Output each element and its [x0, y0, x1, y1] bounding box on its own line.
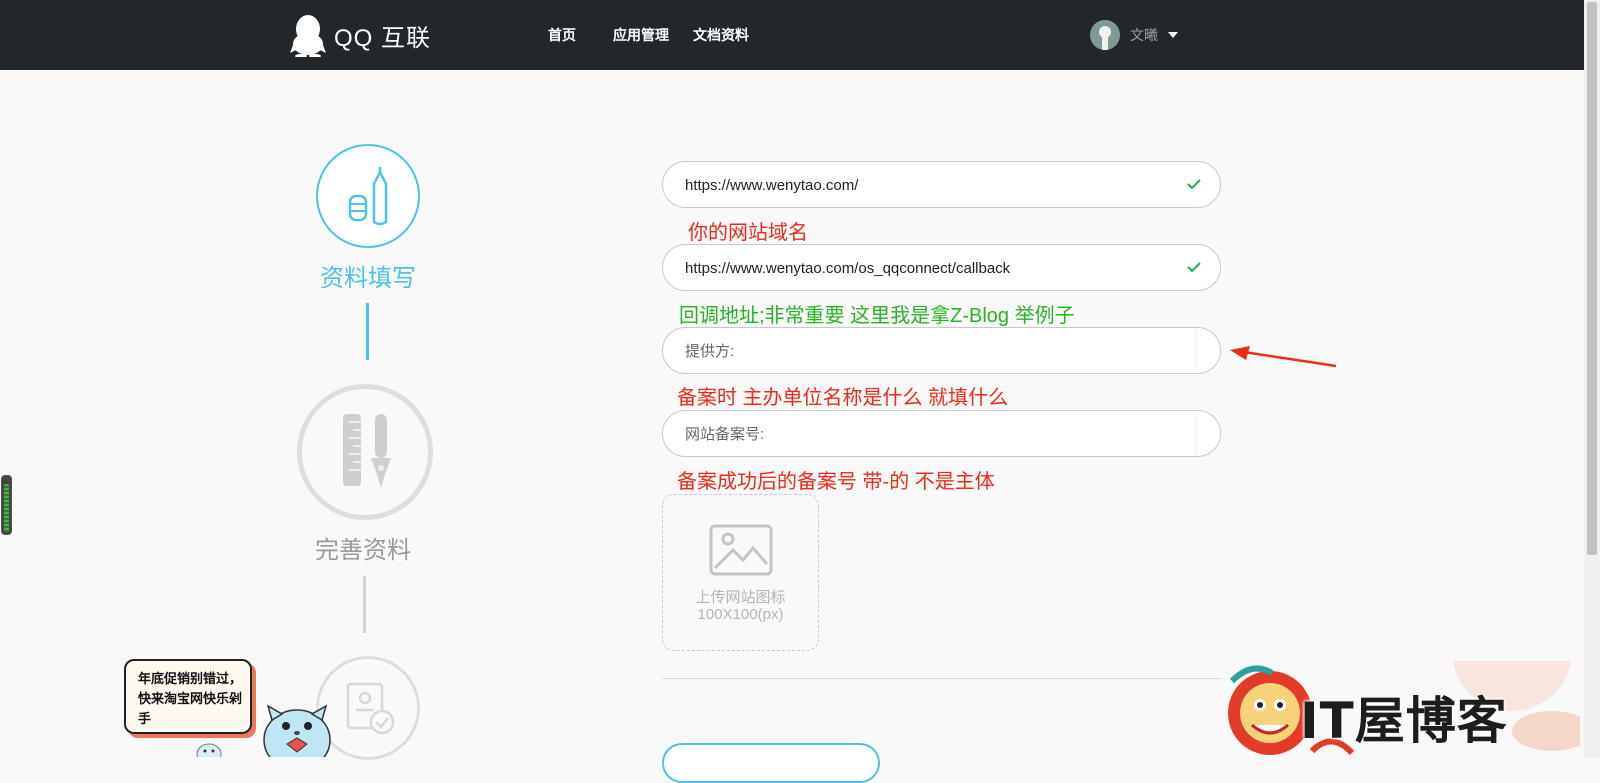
provider-annotation: 备案时 主办单位名称是什么 就填什么 — [677, 387, 1009, 409]
nav-app-management[interactable]: 应用管理 — [613, 25, 669, 45]
nav-documentation[interactable]: 文档资料 — [693, 25, 749, 45]
avatar — [1090, 20, 1120, 50]
website-url-input[interactable] — [683, 162, 1167, 209]
side-widget[interactable] — [1, 475, 12, 535]
step-connector — [363, 576, 366, 633]
it-blog-watermark: IT屋博客 — [1300, 692, 1508, 750]
domain-annotation: 你的网站域名 — [688, 222, 808, 244]
image-icon — [709, 524, 773, 576]
check-icon — [1187, 179, 1201, 190]
promo-bubble[interactable]: 年底促销别错过，快来淘宝网快乐剁手 — [124, 659, 252, 734]
step-1-circle — [316, 144, 420, 248]
nav-home[interactable]: 首页 — [548, 25, 576, 45]
divider — [662, 678, 1222, 679]
callback-annotation: 回调地址;非常重要 这里我是拿Z-Blog 举例子 — [679, 305, 1075, 327]
step-2-circle — [297, 384, 433, 520]
it-blog-banner[interactable]: IT屋博客 — [1222, 661, 1580, 757]
arrow-annotation-icon — [1230, 346, 1337, 368]
small-mascot-icon — [196, 743, 222, 757]
website-url-field[interactable] — [662, 161, 1221, 209]
logo-text: QQ 互联 — [334, 24, 432, 52]
top-navbar: QQ 互联 首页 应用管理 文档资料 文曦 — [0, 0, 1584, 70]
next-step-button[interactable] — [662, 743, 880, 783]
callback-url-field[interactable] — [662, 244, 1221, 292]
document-check-icon — [346, 682, 395, 735]
callback-url-input[interactable] — [683, 245, 1167, 292]
step-connector — [366, 303, 369, 360]
vertical-scrollbar[interactable] — [1584, 0, 1600, 757]
icp-number-input[interactable] — [683, 411, 1167, 458]
icp-number-field[interactable] — [662, 410, 1221, 458]
icp-annotation: 备案成功后的备案号 带-的 不是主体 — [677, 471, 995, 493]
chevron-down-icon — [1168, 32, 1178, 38]
check-icon — [1187, 262, 1201, 273]
provider-input[interactable] — [683, 328, 1167, 375]
provider-field[interactable] — [662, 327, 1221, 375]
user-menu[interactable]: 文曦 — [1090, 20, 1178, 50]
upload-icon-area[interactable]: 上传网站图标 100X100(px) — [662, 494, 819, 651]
upload-size-hint: 100X100(px) — [697, 606, 784, 623]
step-2-label: 完善资料 — [315, 537, 411, 564]
mascot-icon[interactable] — [262, 700, 332, 757]
scrollbar-thumb[interactable] — [1587, 2, 1597, 555]
step-1-label: 资料填写 — [320, 265, 416, 292]
ruler-pen-icon — [343, 414, 391, 488]
qq-penguin-icon — [290, 15, 326, 57]
user-name: 文曦 — [1130, 27, 1158, 43]
pen-eraser-icon — [348, 167, 388, 226]
upload-label: 上传网站图标 — [695, 589, 786, 606]
qq-connect-logo[interactable]: QQ 互联 — [290, 12, 431, 58]
